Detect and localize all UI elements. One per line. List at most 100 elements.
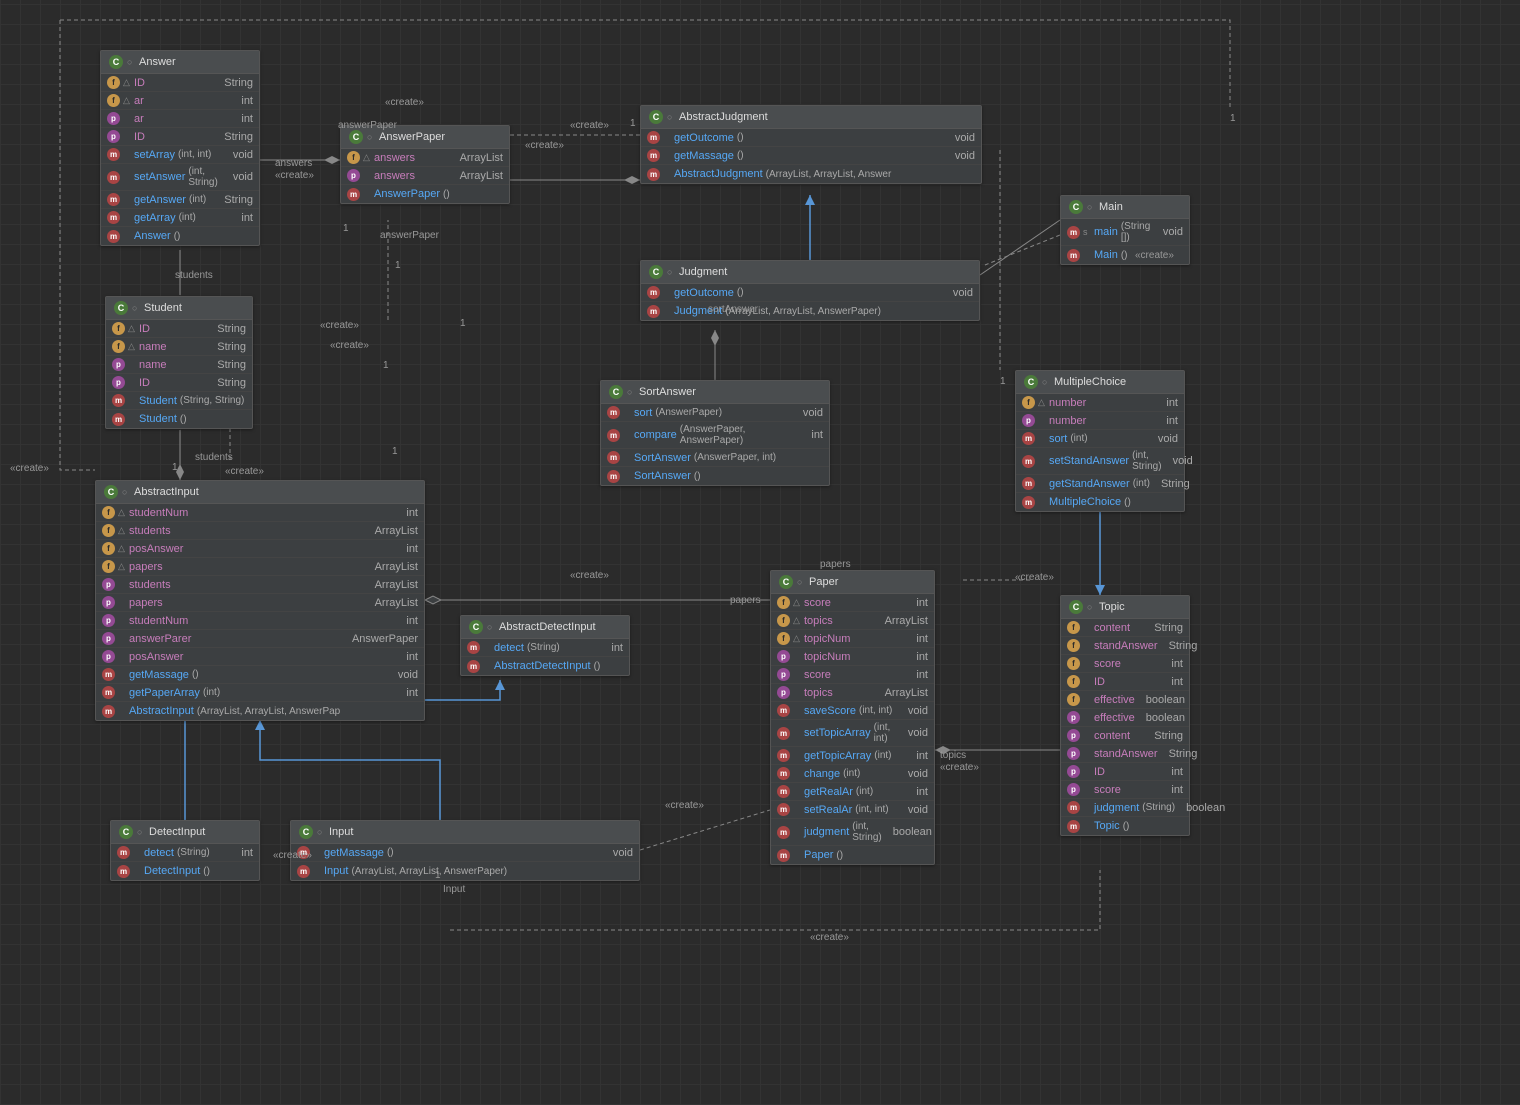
member-row[interactable]: f△papersArrayList (96, 558, 424, 576)
member-row[interactable]: mDetectInput() (111, 862, 259, 880)
member-row[interactable]: f△arint (101, 92, 259, 110)
member-params: (int) (874, 750, 891, 761)
class-abstractdetectinput[interactable]: C○AbstractDetectInputmdetect(String)intm… (460, 615, 630, 676)
member-row[interactable]: fcontentString (1061, 619, 1189, 637)
member-row[interactable]: pposAnswerint (96, 648, 424, 666)
class-multiplechoice[interactable]: C○MultipleChoicef△numberintpnumberintmso… (1015, 370, 1185, 512)
member-row[interactable]: f△numberint (1016, 394, 1184, 412)
member-row[interactable]: parint (101, 110, 259, 128)
member-row[interactable]: pstandAnswerString (1061, 745, 1189, 763)
member-row[interactable]: mgetStandAnswer(int)String (1016, 475, 1184, 493)
member-row[interactable]: panswerParerAnswerPaper (96, 630, 424, 648)
member-row[interactable]: mSortAnswer(AnswerPaper, int) (601, 449, 829, 467)
member-params: (int) (843, 768, 860, 779)
member-row[interactable]: f△topicsArrayList (771, 612, 934, 630)
member-row[interactable]: panswersArrayList (341, 167, 509, 185)
member-row[interactable]: msetAnswer(int, String)void (101, 164, 259, 191)
member-row[interactable]: mgetOutcome()void (641, 129, 981, 147)
member-row[interactable]: mSortAnswer() (601, 467, 829, 485)
member-row[interactable]: msmain(String [])void (1061, 219, 1189, 246)
member-row[interactable]: msort(AnswerPaper)void (601, 404, 829, 422)
member-row[interactable]: pnumberint (1016, 412, 1184, 430)
member-row[interactable]: pstudentsArrayList (96, 576, 424, 594)
member-row[interactable]: mgetAnswer(int)String (101, 191, 259, 209)
member-type: int (233, 113, 253, 125)
member-row[interactable]: f△nameString (106, 338, 252, 356)
member-row[interactable]: pIDString (106, 374, 252, 392)
member-row[interactable]: peffectiveboolean (1061, 709, 1189, 727)
member-row[interactable]: pcontentString (1061, 727, 1189, 745)
class-student[interactable]: C○Studentf△IDStringf△nameStringpnameStri… (105, 296, 253, 429)
class-paper[interactable]: C○Paperf△scoreintf△topicsArrayListf△topi… (770, 570, 935, 865)
member-row[interactable]: msetStandAnswer(int, String)void (1016, 448, 1184, 475)
member-row[interactable]: mjudgment(int, String)boolean (771, 819, 934, 846)
member-row[interactable]: feffectiveboolean (1061, 691, 1189, 709)
class-judgment[interactable]: C○JudgmentmgetOutcome()voidmJudgment(Arr… (640, 260, 980, 321)
member-row[interactable]: mAbstractDetectInput() (461, 657, 629, 675)
member-row[interactable]: ppapersArrayList (96, 594, 424, 612)
member-row[interactable]: mMultipleChoice() (1016, 493, 1184, 511)
member-row[interactable]: f△IDString (106, 320, 252, 338)
member-row[interactable]: pnameString (106, 356, 252, 374)
member-row[interactable]: pIDint (1061, 763, 1189, 781)
member-row[interactable]: mgetOutcome()void (641, 284, 979, 302)
member-row[interactable]: mInput(ArrayList, ArrayList, AnswerPaper… (291, 862, 639, 880)
member-row[interactable]: pscoreint (771, 666, 934, 684)
member-row[interactable]: ptopicsArrayList (771, 684, 934, 702)
class-abstractjudgment[interactable]: C○AbstractJudgmentmgetOutcome()voidmgetM… (640, 105, 982, 184)
member-row[interactable]: mAnswer() (101, 227, 259, 245)
class-detectinput[interactable]: C○DetectInputmdetect(String)intmDetectIn… (110, 820, 260, 881)
member-row[interactable]: mgetArray(int)int (101, 209, 259, 227)
member-row[interactable]: mjudgment(String)boolean (1061, 799, 1189, 817)
member-row[interactable]: mJudgment(ArrayList, ArrayList, AnswerPa… (641, 302, 979, 320)
member-row[interactable]: mdetect(String)int (461, 639, 629, 657)
member-row[interactable]: fIDint (1061, 673, 1189, 691)
member-row[interactable]: mAnswerPaper() (341, 185, 509, 203)
class-answerpaper[interactable]: C○AnswerPaperf△answersArrayListpanswersA… (340, 125, 510, 204)
member-row[interactable]: fscoreint (1061, 655, 1189, 673)
member-row[interactable]: mgetMassage()void (291, 844, 639, 862)
member-row[interactable]: mgetTopicArray(int)int (771, 747, 934, 765)
member-row[interactable]: fstandAnswerString (1061, 637, 1189, 655)
member-row[interactable]: mTopic() (1061, 817, 1189, 835)
class-abstractinput[interactable]: C○AbstractInputf△studentNumintf△students… (95, 480, 425, 721)
class-topic[interactable]: C○TopicfcontentStringfstandAnswerStringf… (1060, 595, 1190, 836)
member-row[interactable]: msetArray(int, int)void (101, 146, 259, 164)
member-row[interactable]: mStudent(String, String) (106, 392, 252, 410)
class-answer[interactable]: C○Answerf△IDStringf△arintparintpIDString… (100, 50, 260, 246)
member-params: (int, String) (188, 166, 221, 188)
member-row[interactable]: mAbstractJudgment(ArrayList, ArrayList, … (641, 165, 981, 183)
member-row[interactable]: mgetMassage()void (96, 666, 424, 684)
member-row[interactable]: f△studentsArrayList (96, 522, 424, 540)
member-row[interactable]: f△IDString (101, 74, 259, 92)
member-row[interactable]: pscoreint (1061, 781, 1189, 799)
member-row[interactable]: mPaper() (771, 846, 934, 864)
member-row[interactable]: mchange(int)void (771, 765, 934, 783)
member-row[interactable]: mgetMassage()void (641, 147, 981, 165)
member-row[interactable]: ptopicNumint (771, 648, 934, 666)
member-name: ID (134, 77, 145, 89)
member-row[interactable]: msaveScore(int, int)void (771, 702, 934, 720)
member-row[interactable]: pstudentNumint (96, 612, 424, 630)
member-row[interactable]: msetTopicArray(int, int)void (771, 720, 934, 747)
member-row[interactable]: pIDString (101, 128, 259, 146)
member-row[interactable]: mdetect(String)int (111, 844, 259, 862)
member-row[interactable]: mAbstractInput(ArrayList, ArrayList, Ans… (96, 702, 424, 720)
member-row[interactable]: msetRealAr(int, int)void (771, 801, 934, 819)
member-row[interactable]: mStudent() (106, 410, 252, 428)
member-name: getRealAr (804, 786, 853, 798)
member-name: ID (139, 377, 150, 389)
member-row[interactable]: mgetRealAr(int)int (771, 783, 934, 801)
member-row[interactable]: mcompare(AnswerPaper, AnswerPaper)int (601, 422, 829, 449)
member-row[interactable]: msort(int)void (1016, 430, 1184, 448)
member-row[interactable]: f△topicNumint (771, 630, 934, 648)
member-row[interactable]: mgetPaperArray(int)int (96, 684, 424, 702)
class-sortanswer[interactable]: C○SortAnswermsort(AnswerPaper)voidmcompa… (600, 380, 830, 486)
class-header: C○AbstractDetectInput (461, 616, 629, 639)
class-input[interactable]: C○InputmgetMassage()voidmInput(ArrayList… (290, 820, 640, 881)
member-row[interactable]: f△posAnswerint (96, 540, 424, 558)
member-type: void (947, 150, 975, 162)
member-row[interactable]: f△scoreint (771, 594, 934, 612)
member-row[interactable]: f△answersArrayList (341, 149, 509, 167)
member-row[interactable]: f△studentNumint (96, 504, 424, 522)
